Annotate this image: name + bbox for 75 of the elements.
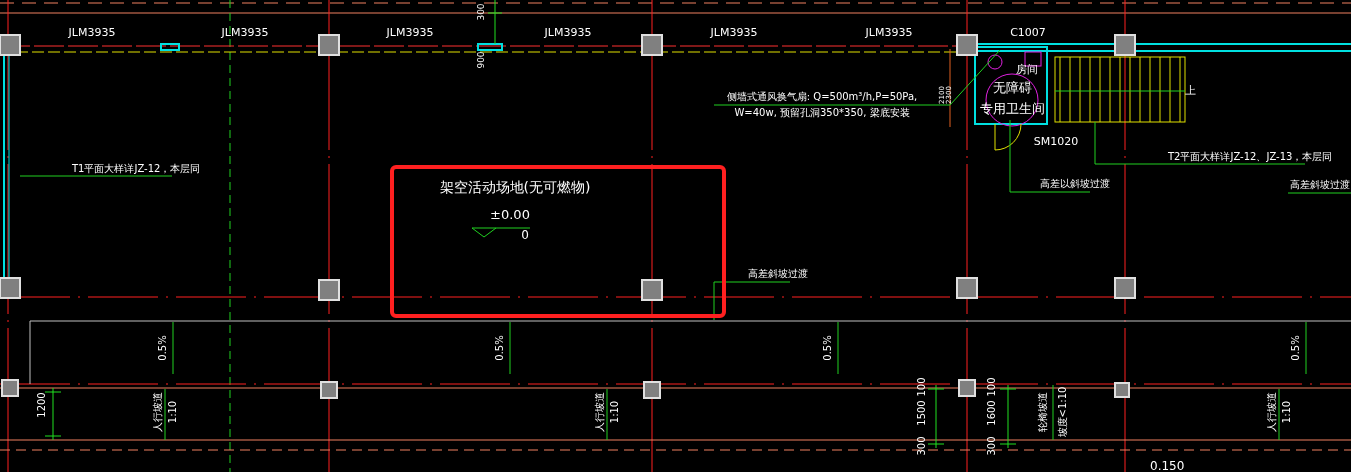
dimension-text: 300 — [916, 436, 927, 456]
fan-note: W=40w, 预留孔洞350*350, 梁底安装 — [734, 107, 910, 118]
ramp-label: 人行坡道 — [152, 392, 163, 432]
elevation-value: ±0.00 — [490, 207, 530, 222]
column-block — [1114, 34, 1136, 56]
leader-line — [172, 321, 174, 375]
elevation-marker-icon — [471, 227, 531, 238]
column-block — [956, 34, 978, 56]
door-tag: JLM3935 — [221, 26, 269, 39]
door-tag: SM1020 — [1033, 135, 1079, 148]
dimension-text: 1600 — [986, 400, 997, 426]
door-tag: JLM3935 — [544, 26, 592, 39]
room-label: 无障碍 — [992, 80, 1032, 95]
leader-line — [1287, 192, 1351, 194]
column-block — [958, 379, 976, 397]
column-block — [1114, 277, 1136, 299]
dimension-text: 900 — [476, 51, 486, 69]
door-tag: C1007 — [1010, 26, 1046, 39]
callout-text: 高差以斜坡过渡 — [1040, 178, 1110, 189]
door-tag: JLM3935 — [710, 26, 758, 39]
dimension-line — [487, 0, 503, 45]
column-block — [1114, 382, 1130, 398]
ramp-label: 人行坡道 — [594, 392, 605, 432]
elevation-base: 0 — [521, 228, 529, 242]
column-block — [641, 34, 663, 56]
callout-text: 高差斜坡过渡 — [1290, 179, 1350, 190]
dimension-text: 300 — [986, 436, 997, 456]
leader-line — [1305, 321, 1307, 375]
window-frame — [160, 43, 180, 51]
door-tag: JLM3935 — [386, 26, 434, 39]
ramp-label: 人行坡道 — [1266, 392, 1277, 432]
ramp-ratio: 1:10 — [609, 400, 620, 424]
dimension-line — [927, 384, 945, 449]
column-block — [318, 34, 340, 56]
dimension-text: 300 — [476, 3, 486, 21]
callout-text: 高差斜坡过渡 — [748, 268, 808, 279]
callout-text: T1平面大样详JZ-12，本层同 — [72, 163, 201, 174]
dimension-line — [44, 387, 62, 441]
column-block — [320, 381, 338, 399]
callout-text: T2平面大样详JZ-12、JZ-13，本层同 — [1168, 151, 1333, 162]
ramp-ratio: 1:10 — [1281, 400, 1292, 424]
dimension-text: 1200 — [36, 392, 47, 418]
level-mark: 0.150 — [1150, 459, 1185, 472]
dimension-text: 100 — [986, 377, 997, 397]
dimension-text: 1500 — [916, 400, 927, 426]
room-label: 专用卫生间 — [979, 101, 1045, 116]
leader-line — [1052, 384, 1054, 441]
room-label: 房间 — [1016, 63, 1038, 76]
column-block — [641, 279, 663, 301]
column-block — [318, 279, 340, 301]
door-tag: JLM3935 — [865, 26, 913, 39]
ramp-ratio: 1:10 — [167, 400, 178, 424]
leader-line — [606, 388, 608, 441]
door-tag: JLM3935 — [68, 26, 116, 39]
column-block — [643, 381, 661, 399]
leader-line — [1278, 388, 1280, 441]
column-block — [1, 379, 19, 397]
ramp-ratio: 坡度<1:10 — [1057, 386, 1068, 438]
dimension-line — [999, 384, 1017, 449]
fan-note: 侧墙式通风换气扇: Q=500m³/h,P=50Pa, — [726, 91, 918, 102]
column-block — [956, 277, 978, 299]
dimension-text: 100 — [916, 377, 927, 397]
slope-label: 0.5% — [494, 335, 505, 361]
window-frame — [477, 43, 503, 51]
ramp-label: 轮椅坡道 — [1037, 392, 1048, 432]
column-block — [0, 277, 21, 299]
slope-label: 0.5% — [1290, 335, 1301, 361]
leader-line — [837, 321, 839, 375]
leader-line — [164, 388, 166, 441]
slope-label: 0.5% — [822, 335, 833, 361]
slope-label: 0.5% — [157, 335, 168, 361]
stair-direction-label: 上 — [1184, 84, 1196, 97]
area-title: 架空活动场地(无可燃物) — [439, 179, 591, 195]
column-block — [0, 34, 21, 56]
leader-line — [509, 321, 511, 375]
